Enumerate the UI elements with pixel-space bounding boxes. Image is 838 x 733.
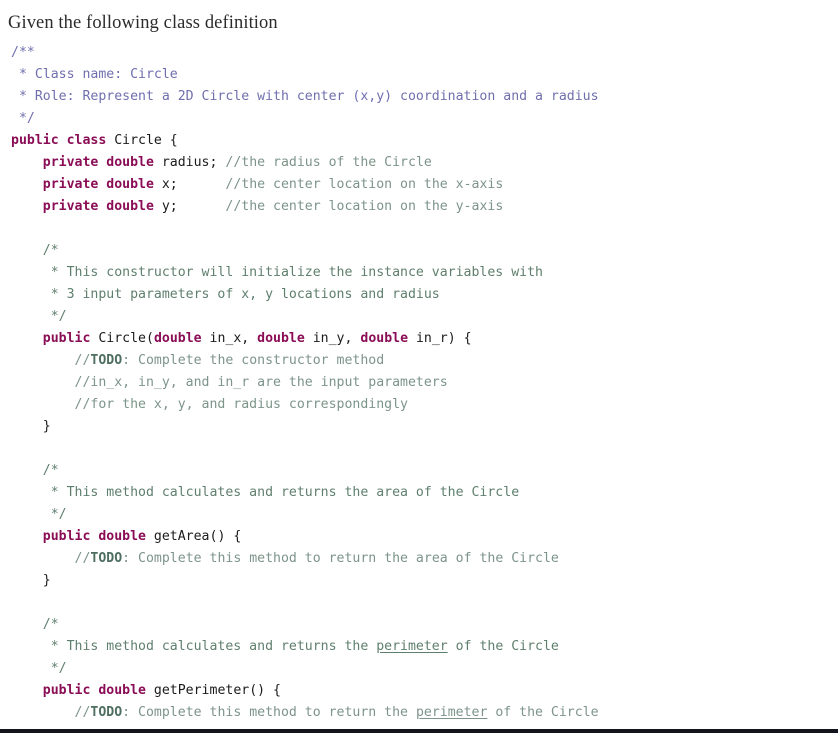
code-token-kw: private double xyxy=(42,177,154,192)
code-line: * 3 input parameters of x, y locations a… xyxy=(11,284,838,306)
code-token-linecmt: // xyxy=(11,353,91,368)
code-line: */ xyxy=(11,108,838,130)
code-line: /* xyxy=(11,240,838,262)
code-line: */ xyxy=(11,658,838,680)
code-token-plain: getArea() { xyxy=(145,529,242,544)
code-token-blockcmt: * This method calculates and returns the… xyxy=(11,485,520,500)
code-line: } xyxy=(11,416,838,438)
code-token-blockcmt-spell: perimeter xyxy=(376,639,448,654)
code-token-kw: double xyxy=(360,331,409,346)
code-token-blockcmt: * 3 input parameters of x, y locations a… xyxy=(11,287,440,302)
code-line: /** xyxy=(11,42,838,64)
code-token-blockcmt: * This method calculates and returns the xyxy=(11,639,377,654)
code-line: * This constructor will initialize the i… xyxy=(11,262,838,284)
code-token-blockcmt: */ xyxy=(11,507,67,522)
code-token-javadoc: * Class name: Circle xyxy=(11,67,178,82)
code-token-kw: public xyxy=(42,331,91,346)
code-token-blockcmt: */ xyxy=(11,309,67,324)
code-token-linecmt: of the Circle xyxy=(487,705,599,720)
code-token-blockcmt: of the Circle xyxy=(447,639,559,654)
code-line: } xyxy=(11,570,838,592)
code-line: */ xyxy=(11,306,838,328)
code-token-blockcmt: /* xyxy=(11,243,59,258)
bottom-cutoff-bar xyxy=(0,729,838,733)
code-token-linecmt: // xyxy=(11,551,91,566)
code-token-todo: TODO xyxy=(90,551,123,566)
code-token-blockcmt: /* xyxy=(11,463,59,478)
code-token-blockcmt: */ xyxy=(11,661,67,676)
code-token-plain: } xyxy=(11,573,51,588)
code-token-kw: double xyxy=(153,331,202,346)
code-token-plain: } xyxy=(11,419,51,434)
code-token-blockcmt: * This constructor will initialize the i… xyxy=(11,265,543,280)
code-token-javadoc: /** xyxy=(11,45,35,60)
code-token-blockcmt: /* xyxy=(11,617,59,632)
code-line: //TODO: Complete the constructor method xyxy=(11,350,838,372)
code-line: private double y; //the center location … xyxy=(11,196,838,218)
code-token-linecmt: : Complete the constructor method xyxy=(122,353,385,368)
code-line: private double x; //the center location … xyxy=(11,174,838,196)
code-token-kw: public double xyxy=(42,529,146,544)
code-line: */ xyxy=(11,504,838,526)
code-line: private double radius; //the radius of t… xyxy=(11,152,838,174)
code-line: public double getPerimeter() { xyxy=(11,680,838,702)
code-token-linecmt: //the center location on the y-axis xyxy=(225,199,504,214)
code-body: /** * Class name: Circle * Role: Represe… xyxy=(11,42,838,724)
code-line: /* xyxy=(11,460,838,482)
code-token-plain: y; xyxy=(153,199,226,214)
code-line: //for the x, y, and radius corresponding… xyxy=(11,394,838,416)
code-line: * This method calculates and returns the… xyxy=(11,636,838,658)
code-line: public double getArea() { xyxy=(11,526,838,548)
code-line: //TODO: Complete this method to return t… xyxy=(11,548,838,570)
code-token-linecmt: // xyxy=(11,705,91,720)
code-token-javadoc: * Role: Represent a 2D Circle with cente… xyxy=(11,89,599,104)
code-token-plain: Circle { xyxy=(106,133,178,148)
code-token-plain: in_r) { xyxy=(408,331,472,346)
code-token-todo: TODO xyxy=(90,353,123,368)
code-token-linecmt: //for the x, y, and radius corresponding… xyxy=(11,397,408,412)
code-token-linecmt: //the center location on the x-axis xyxy=(225,177,504,192)
code-token-plain: in_y, xyxy=(304,331,361,346)
code-token-kw: public class xyxy=(11,133,107,148)
code-line: public class Circle { xyxy=(11,130,838,152)
code-token-linecmt-spell: perimeter xyxy=(415,705,488,720)
code-line: /* xyxy=(11,614,838,636)
code-token-linecmt: : Complete this method to return the are… xyxy=(122,551,559,566)
code-token-plain: x; xyxy=(153,177,226,192)
code-line: public Circle(double in_x, double in_y, … xyxy=(11,328,838,350)
code-token-plain: in_x, xyxy=(201,331,258,346)
code-line: * This method calculates and returns the… xyxy=(11,482,838,504)
code-token-kw: private double xyxy=(42,199,154,214)
code-token-todo: TODO xyxy=(90,705,123,720)
code-token-kw: private double xyxy=(42,155,154,170)
code-token-plain: Circle( xyxy=(90,331,154,346)
code-token-plain: radius; xyxy=(153,155,226,170)
code-line: * Role: Represent a 2D Circle with cente… xyxy=(11,86,838,108)
code-token-linecmt: : Complete this method to return the xyxy=(122,705,416,720)
code-token-linecmt: //the radius of the Circle xyxy=(225,155,432,170)
code-line: //in_x, in_y, and in_r are the input par… xyxy=(11,372,838,394)
page-title: Given the following class definition xyxy=(8,13,278,33)
code-token-linecmt: //in_x, in_y, and in_r are the input par… xyxy=(11,375,448,390)
code-token-kw: double xyxy=(257,331,305,346)
code-line: * Class name: Circle xyxy=(11,64,838,86)
code-listing[interactable]: /** * Class name: Circle * Role: Represe… xyxy=(0,35,838,724)
code-token-plain: getPerimeter() { xyxy=(145,683,281,698)
code-line: //TODO: Complete this method to return t… xyxy=(11,702,838,724)
code-token-javadoc: */ xyxy=(11,111,35,126)
page-root: Given the following class definition /**… xyxy=(0,0,838,733)
code-token-kw: public double xyxy=(42,683,146,698)
